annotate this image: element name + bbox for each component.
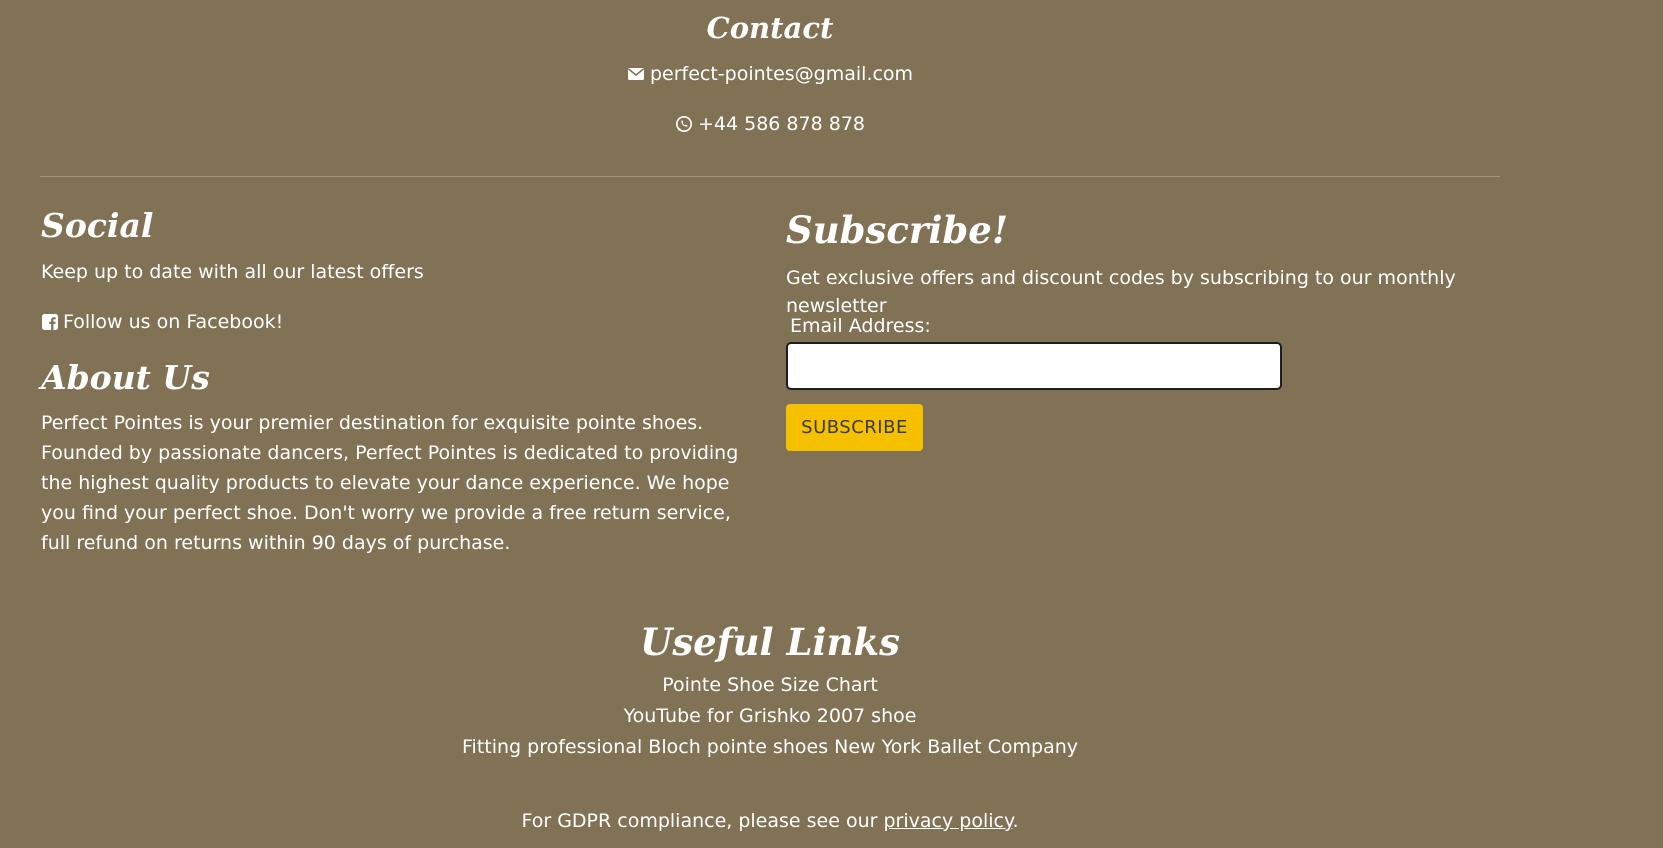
subscribe-column: Subscribe! Get exclusive offers and disc… — [786, 206, 1506, 451]
link-bloch-fitting[interactable]: Fitting professional Bloch pointe shoes … — [462, 736, 1078, 758]
footer-divider — [40, 176, 1500, 177]
gdpr-prefix: For GDPR compliance, please see our — [521, 810, 884, 832]
list-item: YouTube for Grishko 2007 shoe — [40, 701, 1500, 732]
social-about-column: Social Keep up to date with all our late… — [41, 204, 761, 558]
facebook-link-text: Follow us on Facebook! — [63, 311, 284, 333]
useful-links-section: Useful Links Pointe Shoe Size Chart YouT… — [40, 618, 1500, 763]
about-text: Perfect Pointes is your premier destinat… — [41, 412, 739, 554]
useful-links-heading: Useful Links — [640, 620, 900, 664]
site-footer: Contact perfect-pointes@gmail.com +44 58… — [0, 0, 1663, 848]
email-label: Email Address: — [790, 315, 931, 337]
contact-heading: Contact — [706, 11, 834, 45]
envelope-icon — [627, 65, 645, 83]
social-text: Keep up to date with all our latest offe… — [41, 261, 424, 283]
facebook-square-icon — [41, 313, 59, 331]
gdpr-notice: For GDPR compliance, please see our priv… — [40, 806, 1500, 836]
whatsapp-icon — [675, 115, 693, 133]
gdpr-suffix: . — [1012, 810, 1019, 832]
list-item: Fitting professional Bloch pointe shoes … — [40, 732, 1500, 763]
list-item: Pointe Shoe Size Chart — [40, 670, 1500, 701]
link-grishko-video[interactable]: YouTube for Grishko 2007 shoe — [624, 705, 917, 727]
subscribe-heading: Subscribe! — [786, 208, 1009, 252]
contact-email-text: perfect-pointes@gmail.com — [649, 63, 914, 85]
contact-section: Contact perfect-pointes@gmail.com +44 58… — [40, 8, 1500, 138]
facebook-link[interactable]: Follow us on Facebook! — [41, 308, 761, 336]
subscribe-text: Get exclusive offers and discount codes … — [786, 267, 1456, 317]
privacy-policy-link[interactable]: privacy policy — [883, 810, 1012, 832]
contact-email[interactable]: perfect-pointes@gmail.com — [40, 60, 1500, 88]
social-heading: Social — [41, 206, 154, 245]
contact-phone[interactable]: +44 586 878 878 — [40, 110, 1500, 138]
link-size-chart[interactable]: Pointe Shoe Size Chart — [662, 674, 878, 696]
contact-phone-text: +44 586 878 878 — [697, 113, 865, 135]
useful-links-list: Pointe Shoe Size Chart YouTube for Grish… — [40, 670, 1500, 763]
subscribe-button[interactable]: SUBSCRIBE — [786, 404, 923, 451]
email-input[interactable] — [786, 342, 1282, 390]
about-heading: About Us — [41, 358, 210, 397]
